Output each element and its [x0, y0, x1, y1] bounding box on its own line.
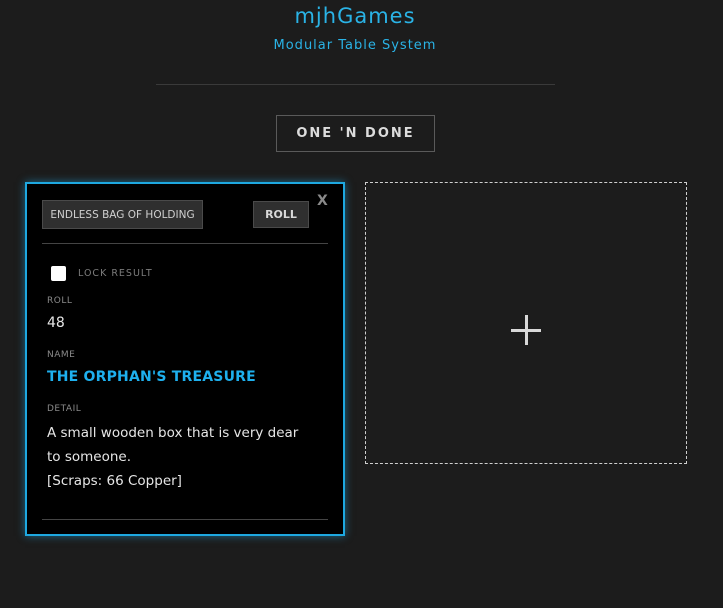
detail-line: to someone. [47, 449, 132, 465]
name-label: NAME [47, 350, 76, 360]
add-table-slot[interactable] [365, 182, 687, 464]
card-divider-bottom [42, 519, 328, 520]
result-detail: A small wooden box that is very dear to … [47, 421, 329, 493]
table-card: ENDLESS BAG OF HOLDING ROLL X LOCK RESUL… [25, 182, 345, 536]
detail-line: [Scraps: 66 Copper] [47, 473, 182, 489]
roll-value: 48 [47, 315, 65, 331]
result-name: THE ORPHAN'S TREASURE [47, 369, 256, 385]
lock-result-checkbox[interactable] [51, 266, 66, 281]
lock-result-row: LOCK RESULT [51, 266, 153, 281]
header-divider [156, 84, 555, 85]
lock-result-label: LOCK RESULT [78, 268, 153, 279]
brand-subtitle: Modular Table System [273, 38, 437, 53]
card-divider-top [42, 243, 328, 244]
roll-label: ROLL [47, 296, 73, 306]
page: mjhGames Modular Table System ONE 'N DON… [0, 0, 723, 608]
mode-button[interactable]: ONE 'N DONE [276, 115, 435, 152]
detail-line: A small wooden box that is very dear [47, 425, 299, 441]
detail-label: DETAIL [47, 404, 82, 414]
plus-icon [511, 315, 541, 345]
roll-button[interactable]: ROLL [253, 201, 309, 228]
table-select-button[interactable]: ENDLESS BAG OF HOLDING [42, 200, 203, 229]
brand-title: mjhGames [294, 4, 416, 28]
close-card-button[interactable]: X [317, 193, 328, 209]
